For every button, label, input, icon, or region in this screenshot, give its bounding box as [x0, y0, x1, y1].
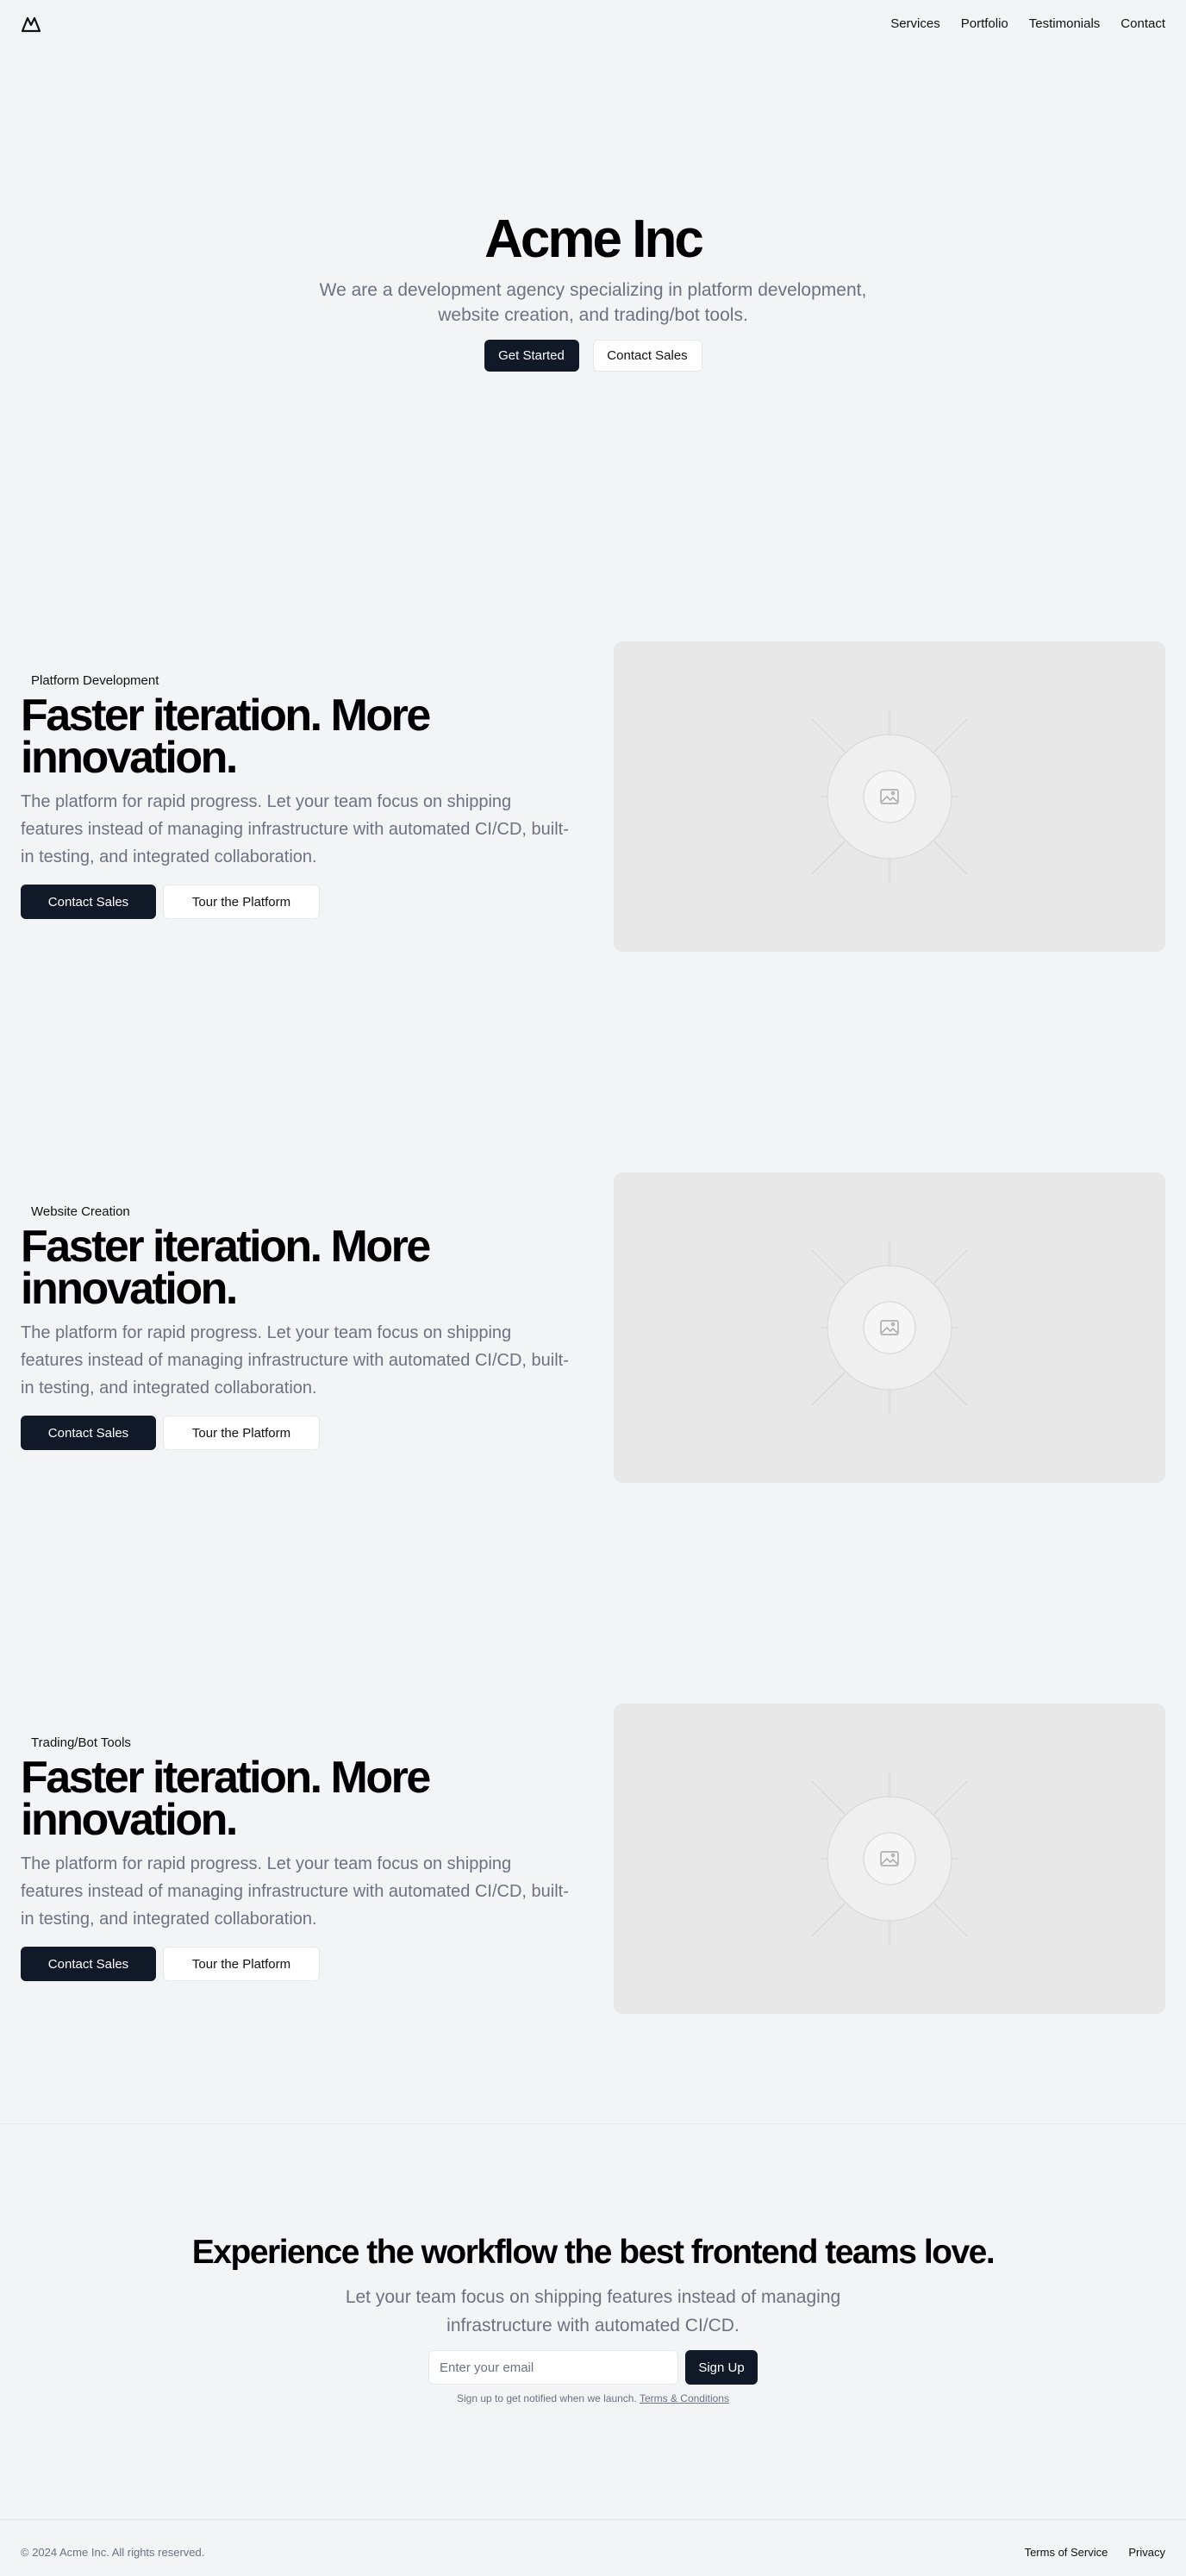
sign-up-button[interactable]: Sign Up — [685, 2350, 758, 2385]
tour-platform-button[interactable]: Tour the Platform — [163, 1947, 320, 1981]
feature-website-creation: Website Creation Faster iteration. More … — [0, 1172, 1186, 1483]
hero-buttons: Get Started Contact Sales — [0, 340, 1186, 372]
feature-title: Faster iteration. More innovation. — [21, 1753, 431, 1845]
image-placeholder-icon — [811, 1241, 968, 1414]
feature-text: Website Creation Faster iteration. More … — [21, 1204, 572, 1450]
tour-platform-button[interactable]: Tour the Platform — [163, 1416, 320, 1450]
hero-section: Acme Inc We are a development agency spe… — [0, 207, 1186, 372]
feature-description: The platform for rapid progress. Let you… — [21, 1323, 569, 1397]
contact-sales-button[interactable]: Contact Sales — [592, 340, 702, 372]
signup-note: Sign up to get notified when we launch. … — [0, 2392, 1186, 2405]
feature-buttons: Contact Sales Tour the Platform — [21, 1947, 572, 1981]
signup-form: Sign Up — [0, 2350, 1186, 2385]
footer: © 2024 Acme Inc. All rights reserved. Te… — [0, 2519, 1186, 2576]
signup-cta-section: Experience the workflow the best fronten… — [0, 2231, 1186, 2405]
feature-buttons: Contact Sales Tour the Platform — [21, 885, 572, 919]
cta-title: Experience the workflow the best fronten… — [191, 2234, 996, 2271]
feature-text: Trading/Bot Tools Faster iteration. More… — [21, 1735, 572, 1981]
terms-conditions-link[interactable]: Terms & Conditions — [640, 2392, 729, 2404]
hero-title: Acme Inc — [484, 209, 704, 269]
email-input[interactable] — [428, 2350, 678, 2385]
feature-tag: Platform Development — [31, 673, 159, 688]
feature-title: Faster iteration. More innovation. — [21, 1222, 431, 1314]
nav-link-services[interactable]: Services — [890, 16, 940, 33]
get-started-button[interactable]: Get Started — [484, 340, 579, 372]
image-placeholder-icon — [811, 1773, 968, 1945]
feature-buttons: Contact Sales Tour the Platform — [21, 1416, 572, 1450]
nav-links: Services Portfolio Testimonials Contact — [890, 16, 1165, 33]
contact-sales-button[interactable]: Contact Sales — [21, 1416, 156, 1450]
copyright-text: © 2024 Acme Inc. All rights reserved. — [21, 2546, 205, 2559]
feature-description: The platform for rapid progress. Let you… — [21, 1854, 569, 1929]
feature-tag: Website Creation — [31, 1204, 130, 1219]
hero-subtitle: We are a development agency specializing… — [319, 280, 867, 325]
signup-note-text: Sign up to get notified when we launch. — [457, 2392, 637, 2404]
feature-image-placeholder — [614, 1704, 1165, 2014]
feature-description: The platform for rapid progress. Let you… — [21, 792, 569, 866]
nav-link-contact[interactable]: Contact — [1120, 16, 1165, 33]
feature-tag: Trading/Bot Tools — [31, 1735, 131, 1750]
section-divider — [0, 2123, 1186, 2124]
contact-sales-button[interactable]: Contact Sales — [21, 885, 156, 919]
footer-links: Terms of Service Privacy — [1025, 2546, 1165, 2560]
tour-platform-button[interactable]: Tour the Platform — [163, 885, 320, 919]
feature-platform-development: Platform Development Faster iteration. M… — [0, 641, 1186, 952]
contact-sales-button[interactable]: Contact Sales — [21, 1947, 156, 1981]
nav-link-portfolio[interactable]: Portfolio — [961, 16, 1008, 33]
nav-link-testimonials[interactable]: Testimonials — [1029, 16, 1101, 33]
feature-image-placeholder — [614, 1172, 1165, 1483]
feature-text: Platform Development Faster iteration. M… — [21, 672, 572, 919]
mountain-logo-icon[interactable] — [21, 14, 41, 34]
privacy-link[interactable]: Privacy — [1128, 2546, 1165, 2560]
cta-subtitle: Let your team focus on shipping features… — [345, 2287, 841, 2335]
feature-trading-bot-tools: Trading/Bot Tools Faster iteration. More… — [0, 1704, 1186, 2014]
feature-title: Faster iteration. More innovation. — [21, 691, 431, 783]
image-placeholder-icon — [811, 710, 968, 883]
feature-image-placeholder — [614, 641, 1165, 952]
top-nav: Services Portfolio Testimonials Contact — [0, 0, 1186, 48]
terms-of-service-link[interactable]: Terms of Service — [1025, 2546, 1108, 2560]
